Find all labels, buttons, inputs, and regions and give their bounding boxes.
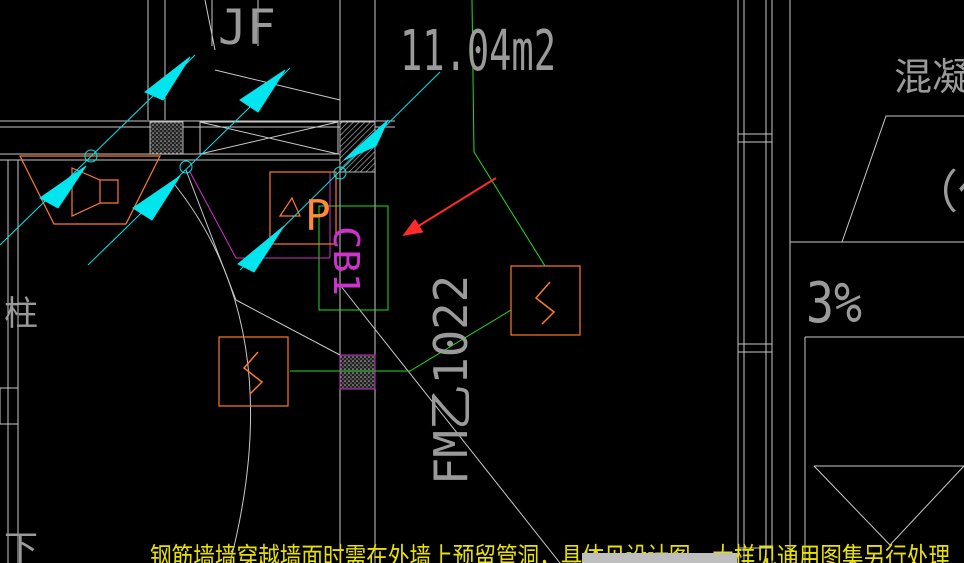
slope-label: 3% [806, 271, 862, 336]
red-pointer-arrow [402, 177, 497, 237]
bottom-gray-bar [582, 553, 737, 563]
left-char-2: 下 [4, 529, 38, 563]
concrete-label: 混凝土面 [894, 55, 964, 99]
hatch-block-top [149, 121, 184, 155]
orange-equipment [19, 155, 337, 245]
area-label: 11.04m2 [400, 19, 556, 84]
jf-label: JF [218, 0, 276, 56]
tag-cb1: CB1 [325, 226, 366, 296]
s-box-left [218, 336, 289, 407]
door-code-label: FM乙1022 [424, 275, 478, 485]
s-box-right [510, 265, 581, 336]
paren-label: （仅 [912, 165, 964, 219]
hatch-block-lower [339, 354, 376, 390]
bottom-note: 钢筋墙墙穿越墙面时需在外墙上预留管洞，具体见设计图，大样见通用图集另行处理 [150, 543, 950, 563]
left-char-1: 柱 [4, 294, 38, 334]
cad-drawing-canvas[interactable]: 11.04m2 JF P CB1 FM乙1022 混凝土面 （仅 3% 柱 下 … [0, 0, 964, 563]
